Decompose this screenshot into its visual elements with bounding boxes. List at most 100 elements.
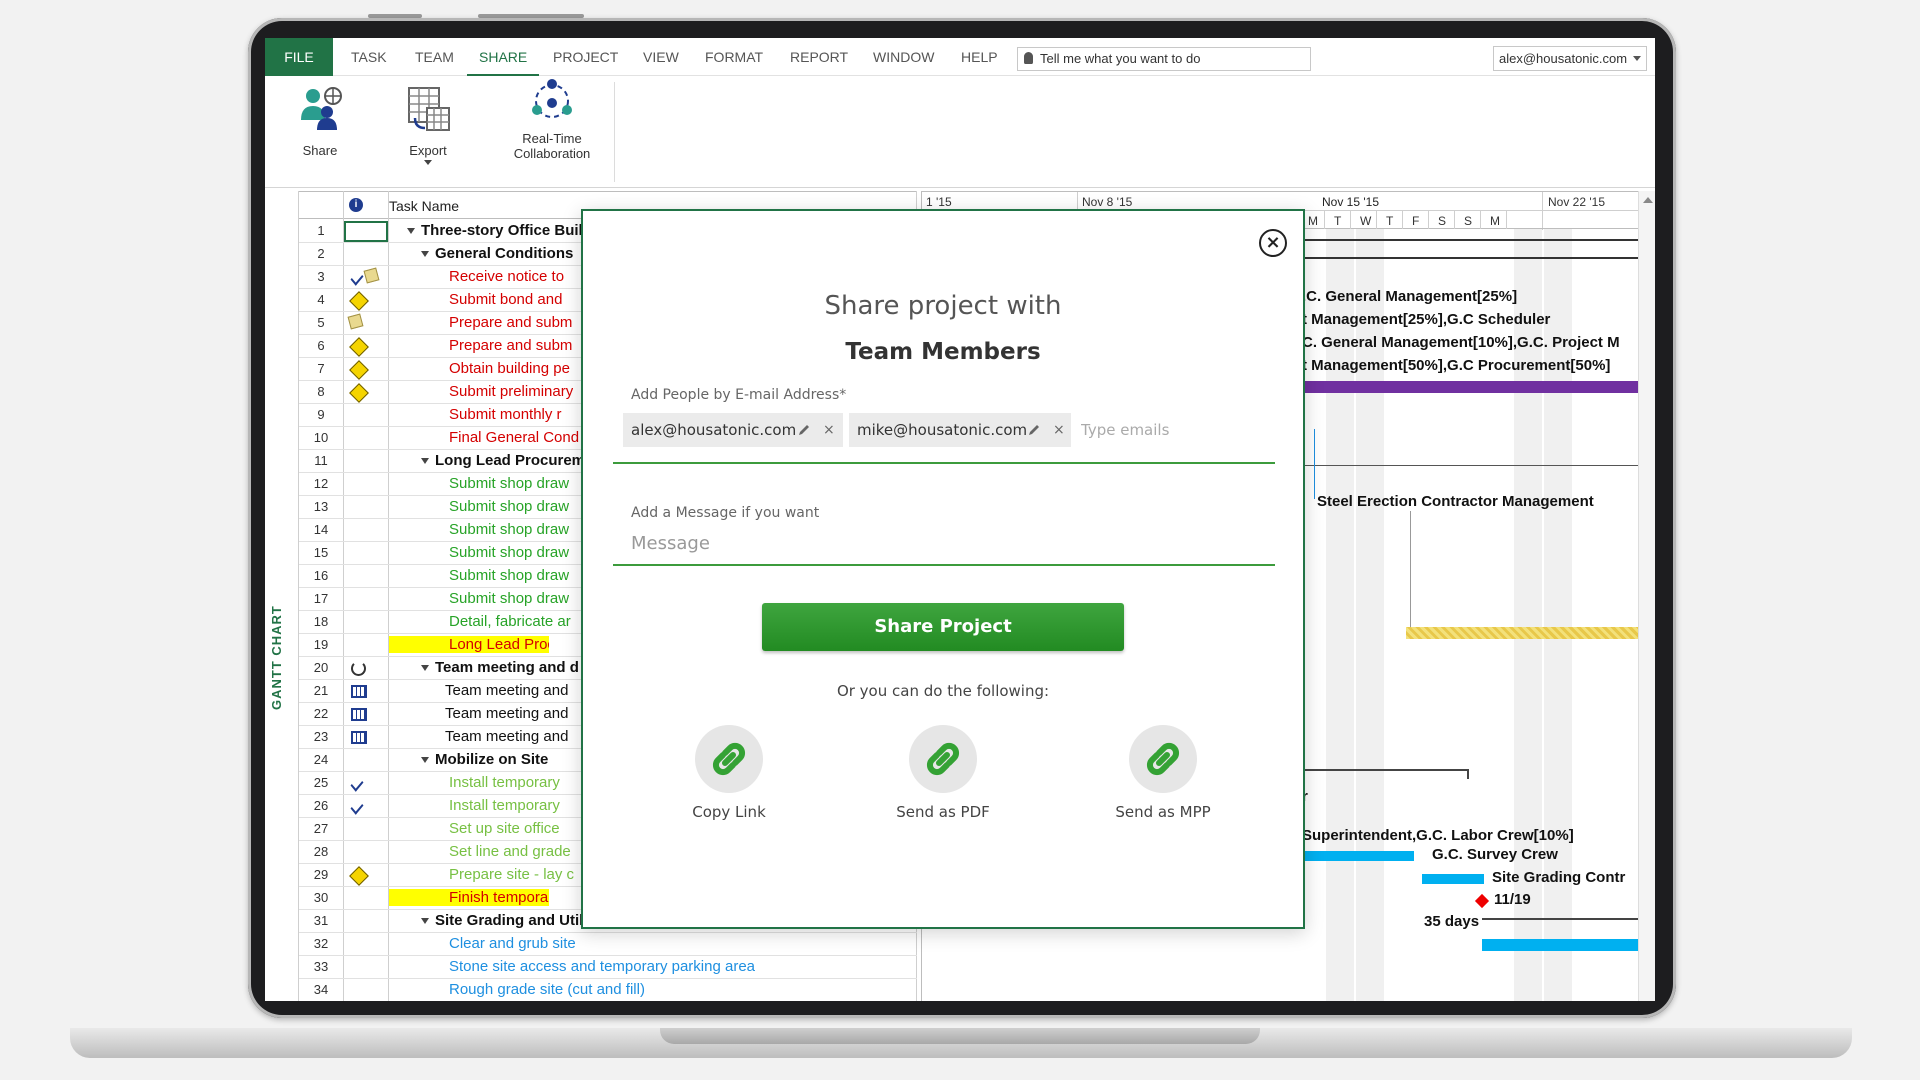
day-label: F bbox=[1412, 214, 1420, 228]
collapse-triangle-icon[interactable] bbox=[407, 228, 415, 235]
email-chips-field[interactable]: alex@housatonic.com × mike@housatonic.co… bbox=[623, 413, 1267, 451]
task-name[interactable]: Three-story Office Buil bbox=[407, 222, 583, 239]
week-label: Nov 22 '15 bbox=[1548, 195, 1605, 209]
vertical-scrollbar[interactable] bbox=[1638, 191, 1655, 1001]
account-dropdown[interactable]: alex@housatonic.com bbox=[1493, 46, 1647, 71]
task-name[interactable]: Receive notice to bbox=[449, 268, 564, 285]
copy-link-option[interactable]: Copy Link bbox=[659, 725, 799, 821]
row-number: 29 bbox=[313, 867, 329, 882]
task-name[interactable]: Set up site office bbox=[449, 820, 560, 837]
realtime-collab-button[interactable]: Real-Time Collaboration bbox=[507, 76, 597, 161]
task-name-header[interactable]: Task Name bbox=[389, 198, 459, 214]
link-icon bbox=[1129, 725, 1197, 793]
task-name[interactable]: Prepare and subm bbox=[449, 337, 572, 354]
table-row[interactable]: 33 Stone site access and temporary parkin… bbox=[299, 956, 917, 979]
task-name[interactable]: Long Lead Procurem bbox=[421, 452, 585, 469]
task-name[interactable]: Submit bond and bbox=[449, 291, 562, 308]
table-row[interactable]: 32 Clear and grub site bbox=[299, 933, 917, 956]
task-name[interactable]: Obtain building pe bbox=[449, 360, 570, 377]
task-name[interactable]: Set line and grade bbox=[449, 843, 571, 860]
share-ribbon-button[interactable]: Share bbox=[285, 84, 355, 158]
scroll-up-icon[interactable] bbox=[1643, 197, 1653, 203]
task-name[interactable]: Submit monthly r bbox=[449, 406, 562, 423]
collapse-triangle-icon[interactable] bbox=[421, 458, 429, 465]
task-name[interactable]: Submit preliminary bbox=[449, 383, 573, 400]
tab-help[interactable]: HELP bbox=[949, 38, 1010, 76]
task-name[interactable]: Submit shop draw bbox=[449, 590, 569, 607]
send-pdf-option[interactable]: Send as PDF bbox=[873, 725, 1013, 821]
task-name[interactable]: Team meeting and bbox=[445, 728, 568, 745]
tab-team[interactable]: TEAM bbox=[403, 38, 466, 76]
task-name[interactable]: Detail, fabricate ar bbox=[449, 613, 571, 630]
task-name-text: Obtain building pe bbox=[449, 360, 570, 377]
task-name[interactable]: Final General Cond bbox=[449, 429, 579, 446]
remove-chip-icon[interactable]: × bbox=[1053, 413, 1065, 447]
remove-chip-icon[interactable]: × bbox=[823, 413, 835, 447]
task-name[interactable]: Install temporary bbox=[449, 774, 560, 791]
pencil-icon[interactable] bbox=[1027, 423, 1041, 437]
task-name[interactable]: Submit shop draw bbox=[449, 567, 569, 584]
task-name-text: Install temporary bbox=[449, 797, 560, 814]
tab-file[interactable]: FILE bbox=[265, 38, 333, 76]
task-name[interactable]: Submit shop draw bbox=[449, 498, 569, 515]
warning-icon[interactable] bbox=[349, 383, 369, 403]
task-name[interactable]: Submit shop draw bbox=[449, 475, 569, 492]
task-name[interactable]: Install temporary bbox=[449, 797, 560, 814]
task-name[interactable]: Team meeting and bbox=[445, 705, 568, 722]
task-bar[interactable] bbox=[1302, 851, 1414, 861]
task-bar[interactable] bbox=[1422, 874, 1484, 884]
task-bar[interactable] bbox=[1482, 939, 1640, 951]
close-icon[interactable]: × bbox=[1259, 229, 1287, 257]
collapse-triangle-icon[interactable] bbox=[421, 251, 429, 258]
task-name[interactable]: Rough grade site (cut and fill) bbox=[449, 981, 645, 998]
note-icon[interactable] bbox=[363, 267, 380, 284]
task-name[interactable]: General Conditions bbox=[421, 245, 573, 262]
share-project-button[interactable]: Share Project bbox=[762, 603, 1124, 651]
collapse-triangle-icon[interactable] bbox=[421, 757, 429, 764]
tab-task[interactable]: TASK bbox=[339, 38, 399, 76]
tab-project[interactable]: PROJECT bbox=[541, 38, 630, 76]
task-name[interactable]: Team meeting and bbox=[445, 682, 568, 699]
tab-share[interactable]: SHARE bbox=[467, 38, 540, 76]
collapse-triangle-icon[interactable] bbox=[421, 918, 429, 925]
milestone-diamond[interactable] bbox=[1474, 893, 1490, 909]
task-name[interactable]: Long Lead Procure bbox=[389, 636, 549, 653]
tell-me-text: Tell me what you want to do bbox=[1040, 51, 1201, 66]
task-name[interactable]: Submit shop draw bbox=[449, 521, 569, 538]
tell-me-search[interactable]: Tell me what you want to do bbox=[1017, 47, 1311, 71]
warning-icon[interactable] bbox=[349, 360, 369, 380]
indicator-cell bbox=[349, 844, 379, 861]
tab-report[interactable]: REPORT bbox=[778, 38, 860, 76]
tab-view[interactable]: VIEW bbox=[631, 38, 691, 76]
row-number: 9 bbox=[317, 407, 325, 422]
task-name[interactable]: Team meeting and d bbox=[421, 659, 579, 676]
task-bar[interactable] bbox=[1302, 381, 1640, 393]
task-name[interactable]: Clear and grub site bbox=[449, 935, 576, 952]
send-mpp-option[interactable]: Send as MPP bbox=[1093, 725, 1233, 821]
task-name[interactable]: Submit shop draw bbox=[449, 544, 569, 561]
task-name-text: Final General Cond bbox=[449, 429, 580, 446]
tab-format[interactable]: FORMAT bbox=[693, 38, 775, 76]
ribbon-panel: Share Export Real-Time Collaboration bbox=[265, 76, 1655, 188]
task-name[interactable]: Finish temporary u bbox=[389, 889, 549, 906]
warning-icon[interactable] bbox=[349, 866, 369, 886]
note-icon[interactable] bbox=[347, 313, 364, 330]
task-name[interactable]: Stone site access and temporary parking … bbox=[449, 958, 755, 975]
task-name[interactable]: Prepare site - lay c bbox=[449, 866, 574, 883]
task-name[interactable]: Mobilize on Site bbox=[421, 751, 548, 768]
warning-icon[interactable] bbox=[349, 337, 369, 357]
task-name[interactable]: Prepare and subm bbox=[449, 314, 572, 331]
message-input[interactable] bbox=[631, 533, 1231, 554]
table-row[interactable]: 34 Rough grade site (cut and fill) bbox=[299, 979, 917, 1001]
row-number: 5 bbox=[317, 315, 325, 330]
tab-window[interactable]: WINDOW bbox=[861, 38, 946, 76]
export-ribbon-button[interactable]: Export bbox=[393, 84, 463, 165]
warning-icon[interactable] bbox=[349, 291, 369, 311]
email-input[interactable] bbox=[1081, 421, 1261, 439]
task-name-text: Submit shop draw bbox=[449, 475, 570, 492]
task-bar[interactable] bbox=[1406, 627, 1640, 639]
collapse-triangle-icon[interactable] bbox=[421, 665, 429, 672]
account-email: alex@housatonic.com bbox=[1499, 51, 1628, 66]
chip-email: mike@housatonic.com bbox=[857, 421, 1028, 439]
pencil-icon[interactable] bbox=[797, 423, 811, 437]
